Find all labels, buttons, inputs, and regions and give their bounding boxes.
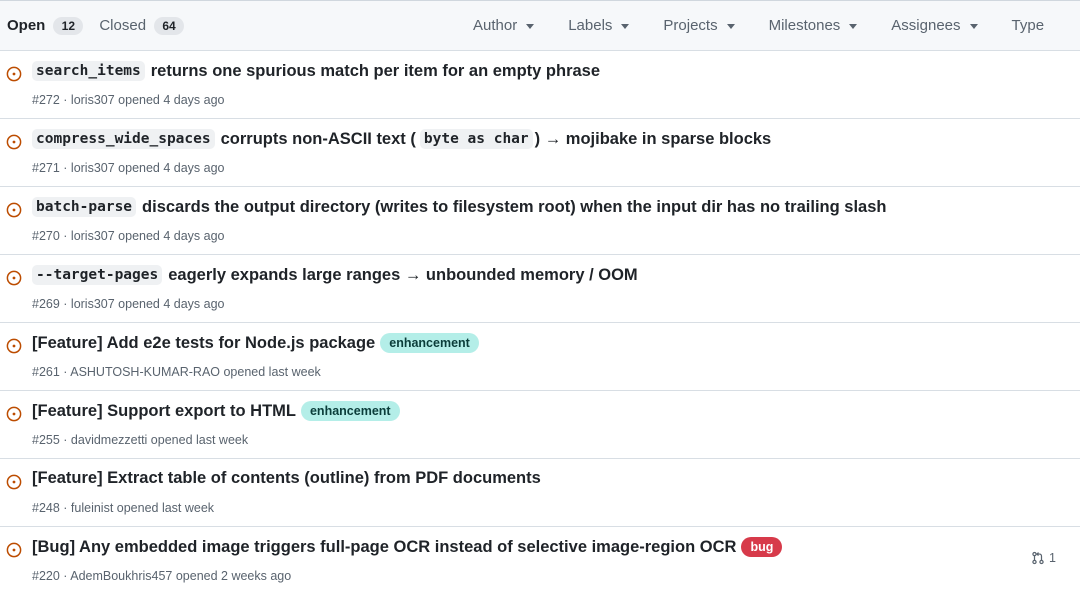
- issue-opened-icon: [6, 66, 22, 82]
- git-pull-request-icon: [1032, 551, 1044, 565]
- issue-row: compress_wide_spaces corrupts non-ASCII …: [0, 119, 1080, 187]
- chevron-down-icon: [526, 24, 535, 29]
- issue-title-code: search_items: [32, 61, 145, 81]
- issue-title-code: --target-pages: [32, 265, 163, 285]
- issue-title[interactable]: [Bug] Any embedded image triggers full-p…: [32, 537, 783, 557]
- issue-title-text[interactable]: eagerly expands large ranges → unbounded…: [168, 266, 637, 285]
- issue-row: [Feature] Extract table of contents (out…: [0, 459, 1080, 527]
- projects-filter-label: Projects: [663, 17, 718, 34]
- issue-row: batch-parse discards the output director…: [0, 187, 1080, 255]
- type-filter-label: Type: [1011, 17, 1045, 34]
- open-issues-tab[interactable]: Open 12: [7, 16, 84, 35]
- chevron-down-icon: [969, 24, 978, 29]
- issue-title[interactable]: --target-pages eagerly expands large ran…: [32, 265, 638, 285]
- assignees-filter-label: Assignees: [891, 17, 961, 34]
- issues-toolbar: Open 12 Closed 64 Author Labels Projects…: [0, 0, 1080, 51]
- issue-title-text[interactable]: returns one spurious match per item for …: [151, 62, 600, 81]
- chevron-down-icon: [849, 24, 858, 29]
- issue-meta: #220 · AdemBoukhris457 opened 2 weeks ag…: [32, 569, 292, 583]
- issue-meta: #261 · ASHUTOSH-KUMAR-RAO opened last we…: [32, 365, 321, 379]
- issue-title[interactable]: [Feature] Extract table of contents (out…: [32, 469, 541, 488]
- issue-title-code: byte as char: [419, 129, 533, 149]
- issue-title-text[interactable]: [Feature] Add e2e tests for Node.js pack…: [32, 334, 375, 353]
- type-filter[interactable]: Type: [1012, 17, 1045, 34]
- issue-opened-icon: [6, 202, 22, 218]
- chevron-down-icon: [726, 24, 735, 29]
- issue-row: [Feature] Support export to HTML enhance…: [0, 391, 1080, 459]
- issue-title-text-after[interactable]: ) → mojibake in sparse blocks: [535, 130, 772, 149]
- issue-row: search_items returns one spurious match …: [0, 51, 1080, 119]
- issue-title-text[interactable]: corrupts non-ASCII text (: [221, 130, 416, 149]
- linked-pull-request[interactable]: 1: [1031, 551, 1056, 565]
- issue-title-text[interactable]: discards the output directory (writes to…: [142, 198, 886, 217]
- issue-row: [Bug] Any embedded image triggers full-p…: [0, 527, 1080, 595]
- issue-title-code: batch-parse: [32, 197, 137, 217]
- issue-title-text[interactable]: [Feature] Support export to HTML: [32, 402, 296, 421]
- issue-meta: #272 · loris307 opened 4 days ago: [32, 93, 225, 107]
- assignees-filter[interactable]: Assignees: [891, 17, 978, 34]
- projects-filter[interactable]: Projects: [663, 17, 735, 34]
- filter-bar: Author Labels Projects Milestones Assign…: [473, 1, 1044, 50]
- issue-opened-icon: [6, 338, 22, 354]
- issue-row: [Feature] Add e2e tests for Node.js pack…: [0, 323, 1080, 391]
- chevron-down-icon: [621, 24, 630, 29]
- issue-meta: #255 · davidmezzetti opened last week: [32, 433, 249, 447]
- issue-title[interactable]: [Feature] Add e2e tests for Node.js pack…: [32, 333, 479, 353]
- issue-meta: #270 · loris307 opened 4 days ago: [32, 229, 225, 243]
- issue-opened-icon: [6, 406, 22, 422]
- issue-title-text[interactable]: [Bug] Any embedded image triggers full-p…: [32, 538, 736, 557]
- issue-title[interactable]: [Feature] Support export to HTML enhance…: [32, 401, 400, 421]
- author-filter[interactable]: Author: [473, 17, 535, 34]
- open-tab-label: Open: [7, 17, 46, 34]
- issue-title[interactable]: search_items returns one spurious match …: [32, 61, 600, 81]
- issue-title-text[interactable]: [Feature] Extract table of contents (out…: [32, 469, 541, 488]
- issue-opened-icon: [6, 134, 22, 150]
- enhancement-label[interactable]: enhancement: [380, 333, 479, 353]
- issue-meta: #248 · fuleinist opened last week: [32, 501, 215, 515]
- closed-issues-tab[interactable]: Closed 64: [99, 16, 185, 35]
- author-filter-label: Author: [473, 17, 518, 34]
- issue-meta: #269 · loris307 opened 4 days ago: [32, 297, 225, 311]
- linked-pr-count: 1: [1049, 551, 1056, 565]
- issue-row: --target-pages eagerly expands large ran…: [0, 255, 1080, 323]
- labels-filter[interactable]: Labels: [568, 17, 630, 34]
- issue-title[interactable]: batch-parse discards the output director…: [32, 197, 886, 217]
- labels-filter-label: Labels: [568, 17, 613, 34]
- issue-title-code: compress_wide_spaces: [32, 129, 215, 149]
- bug-label[interactable]: bug: [741, 537, 783, 557]
- issue-opened-icon: [6, 474, 22, 490]
- enhancement-label[interactable]: enhancement: [300, 401, 400, 421]
- issue-title[interactable]: compress_wide_spaces corrupts non-ASCII …: [32, 129, 771, 149]
- issue-opened-icon: [6, 270, 22, 286]
- issue-list: search_items returns one spurious match …: [0, 51, 1080, 595]
- closed-count-badge: 64: [154, 16, 185, 35]
- milestones-filter-label: Milestones: [768, 17, 841, 34]
- milestones-filter[interactable]: Milestones: [769, 17, 858, 34]
- open-count-badge: 12: [53, 16, 84, 35]
- issue-opened-icon: [6, 542, 22, 558]
- issue-meta: #271 · loris307 opened 4 days ago: [32, 161, 225, 175]
- closed-tab-label: Closed: [99, 17, 147, 34]
